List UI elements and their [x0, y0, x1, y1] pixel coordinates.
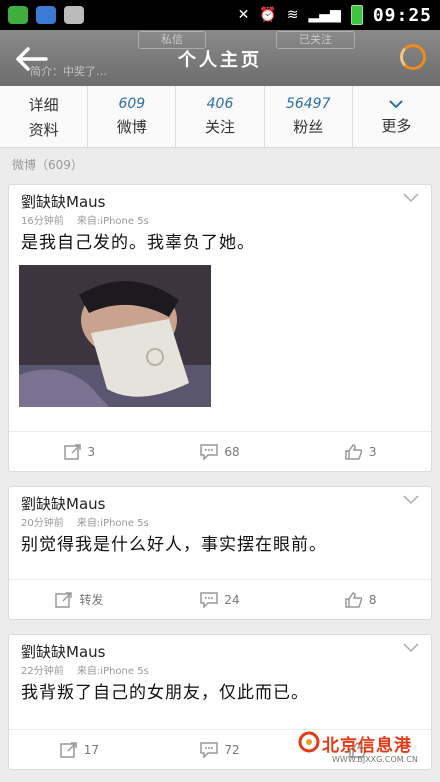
post-author[interactable]: 劉缺缺Maus — [21, 493, 105, 514]
section-label: 微博（609） — [12, 158, 83, 172]
post-text: 我背叛了自己的女朋友，仅此而已。 — [21, 683, 309, 703]
stat-weibo-label: 微博 — [116, 118, 147, 136]
post-author[interactable]: 劉缺缺Maus — [21, 191, 105, 212]
post-meta: 22分钟前 来自:iPhone 5s — [21, 662, 159, 677]
post-source: 来自:iPhone 5s — [76, 518, 149, 529]
watermark-name: 北京信息港 — [322, 736, 412, 756]
repost-button[interactable]: 3 — [9, 432, 150, 471]
like-button[interactable]: 3 — [290, 432, 431, 471]
clock: 09:25 — [372, 4, 432, 26]
post-card[interactable]: 劉缺缺Maus 20分钟前 来自:iPhone 5s 别觉得我是什么好人，事实摆… — [8, 486, 432, 620]
thumbs-up-icon — [345, 591, 363, 608]
post-meta: 16分钟前 来自:iPhone 5s — [21, 212, 159, 227]
chevron-down-icon — [389, 100, 404, 109]
stat-followers-count: 56497 — [285, 96, 331, 112]
repost-icon — [63, 443, 81, 460]
watermark: 北京信息港 WWW.BJXXG.COM.CN — [296, 727, 438, 777]
stat-followers[interactable]: 56497 粉丝 — [265, 86, 353, 147]
watermark-url: WWW.BJXXG.COM.CN — [332, 755, 418, 764]
comment-count: 72 — [224, 742, 240, 757]
stat-details-label: 资料 — [28, 120, 59, 139]
post-photo[interactable] — [19, 265, 211, 407]
title-bar: 私信 已关注 个人主页 简介：中奖了… — [0, 30, 440, 86]
post-card[interactable]: 劉缺缺Maus 16分钟前 来自:iPhone 5s 是我自己发的。我辜负了她。… — [8, 184, 432, 472]
stat-following[interactable]: 406 关注 — [176, 86, 265, 147]
wechat-icon — [8, 6, 28, 24]
post-meta: 20分钟前 来自:iPhone 5s — [21, 514, 159, 529]
stat-details[interactable]: 详细 资料 — [0, 86, 89, 147]
stat-more[interactable]: 更多 — [353, 86, 440, 147]
post-time: 22分钟前 — [21, 666, 64, 677]
post-author[interactable]: 劉缺缺Maus — [21, 641, 105, 662]
stat-followers-label: 粉丝 — [293, 118, 324, 136]
repost-icon — [55, 591, 73, 608]
comment-button[interactable]: 72 — [150, 730, 291, 769]
post-text: 是我自己发的。我辜负了她。 — [21, 233, 255, 253]
watermark-logo-icon — [298, 731, 320, 753]
like-count: 3 — [368, 444, 377, 459]
stat-more-label: 更多 — [381, 117, 412, 135]
repost-count: 17 — [83, 742, 99, 757]
comment-button[interactable]: 68 — [150, 432, 291, 471]
thumbs-up-icon — [345, 443, 363, 460]
post-actions: 转发 24 8 — [9, 579, 431, 619]
repost-count: 转发 — [79, 593, 104, 607]
stat-following-count: 406 — [206, 96, 234, 112]
like-button[interactable]: 8 — [290, 580, 431, 619]
ghost-bio: 简介：中奖了… — [30, 65, 107, 78]
stat-weibo[interactable]: 609 微博 — [88, 86, 177, 147]
wifi-icon: ≋ — [286, 7, 299, 23]
comment-icon — [200, 591, 219, 608]
shield-icon — [36, 6, 56, 24]
chevron-down-icon[interactable] — [403, 643, 419, 653]
status-bar: ✕ ⏰ ≋ ▂▄▆ 09:25 — [0, 0, 440, 30]
post-actions: 3 68 3 — [9, 431, 431, 471]
profile-stats: 详细 资料 609 微博 406 关注 56497 粉丝 更多 — [0, 86, 440, 148]
comment-count: 68 — [224, 444, 240, 459]
comment-count: 24 — [224, 592, 240, 607]
stat-following-label: 关注 — [205, 118, 236, 136]
alarm-icon: ⏰ — [259, 7, 277, 23]
stat-weibo-count: 609 — [118, 96, 146, 112]
repost-icon — [59, 741, 77, 758]
chevron-down-icon[interactable] — [403, 495, 419, 505]
like-count: 8 — [368, 592, 377, 607]
comment-icon — [200, 741, 219, 758]
battery-icon — [350, 5, 363, 25]
post-time: 20分钟前 — [21, 518, 64, 529]
post-source: 来自:iPhone 5s — [76, 666, 149, 677]
repost-button[interactable]: 转发 — [9, 580, 150, 619]
refresh-icon[interactable] — [400, 44, 426, 70]
repost-button[interactable]: 17 — [9, 730, 150, 769]
comment-button[interactable]: 24 — [150, 580, 291, 619]
post-time: 16分钟前 — [21, 216, 64, 227]
signal-icon: ▂▄▆ — [308, 7, 341, 23]
post-text: 别觉得我是什么好人，事实摆在眼前。 — [21, 535, 327, 555]
mute-icon: ✕ — [237, 7, 250, 23]
cloud-icon — [64, 6, 84, 24]
comment-icon — [200, 443, 219, 460]
post-source: 来自:iPhone 5s — [76, 216, 149, 227]
stat-details-top: 详细 — [28, 95, 59, 114]
chevron-down-icon[interactable] — [403, 193, 419, 203]
repost-count: 3 — [87, 444, 96, 459]
